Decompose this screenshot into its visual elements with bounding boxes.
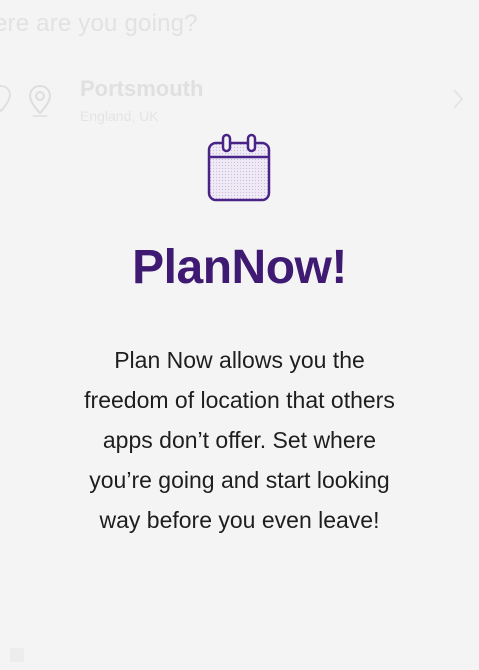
- destination-question: ere are you going?: [0, 10, 198, 37]
- location-city: Portsmouth: [80, 76, 204, 101]
- corner-mark: [10, 648, 24, 662]
- description-line: you’re going and start looking: [89, 467, 390, 493]
- description-line: way before you even leave!: [99, 507, 380, 533]
- location-pin-icon: [27, 84, 53, 118]
- description-line: freedom of location that others: [84, 387, 395, 413]
- location-row[interactable]: Portsmouth England, UK: [0, 72, 479, 134]
- map-marker-icon: [0, 84, 12, 114]
- onboarding-description: Plan Now allows you the freedom of locat…: [20, 340, 459, 540]
- app-title: PlanNow!: [132, 241, 347, 294]
- description-line: apps don’t offer. Set where: [102, 427, 377, 453]
- location-region: England, UK: [80, 108, 159, 124]
- calendar-icon: [206, 131, 272, 203]
- chevron-right-icon: [451, 86, 465, 112]
- description-line: Plan Now allows you the: [114, 347, 365, 373]
- onboarding-screen: ere are you going? Portsmouth England, U…: [0, 0, 479, 670]
